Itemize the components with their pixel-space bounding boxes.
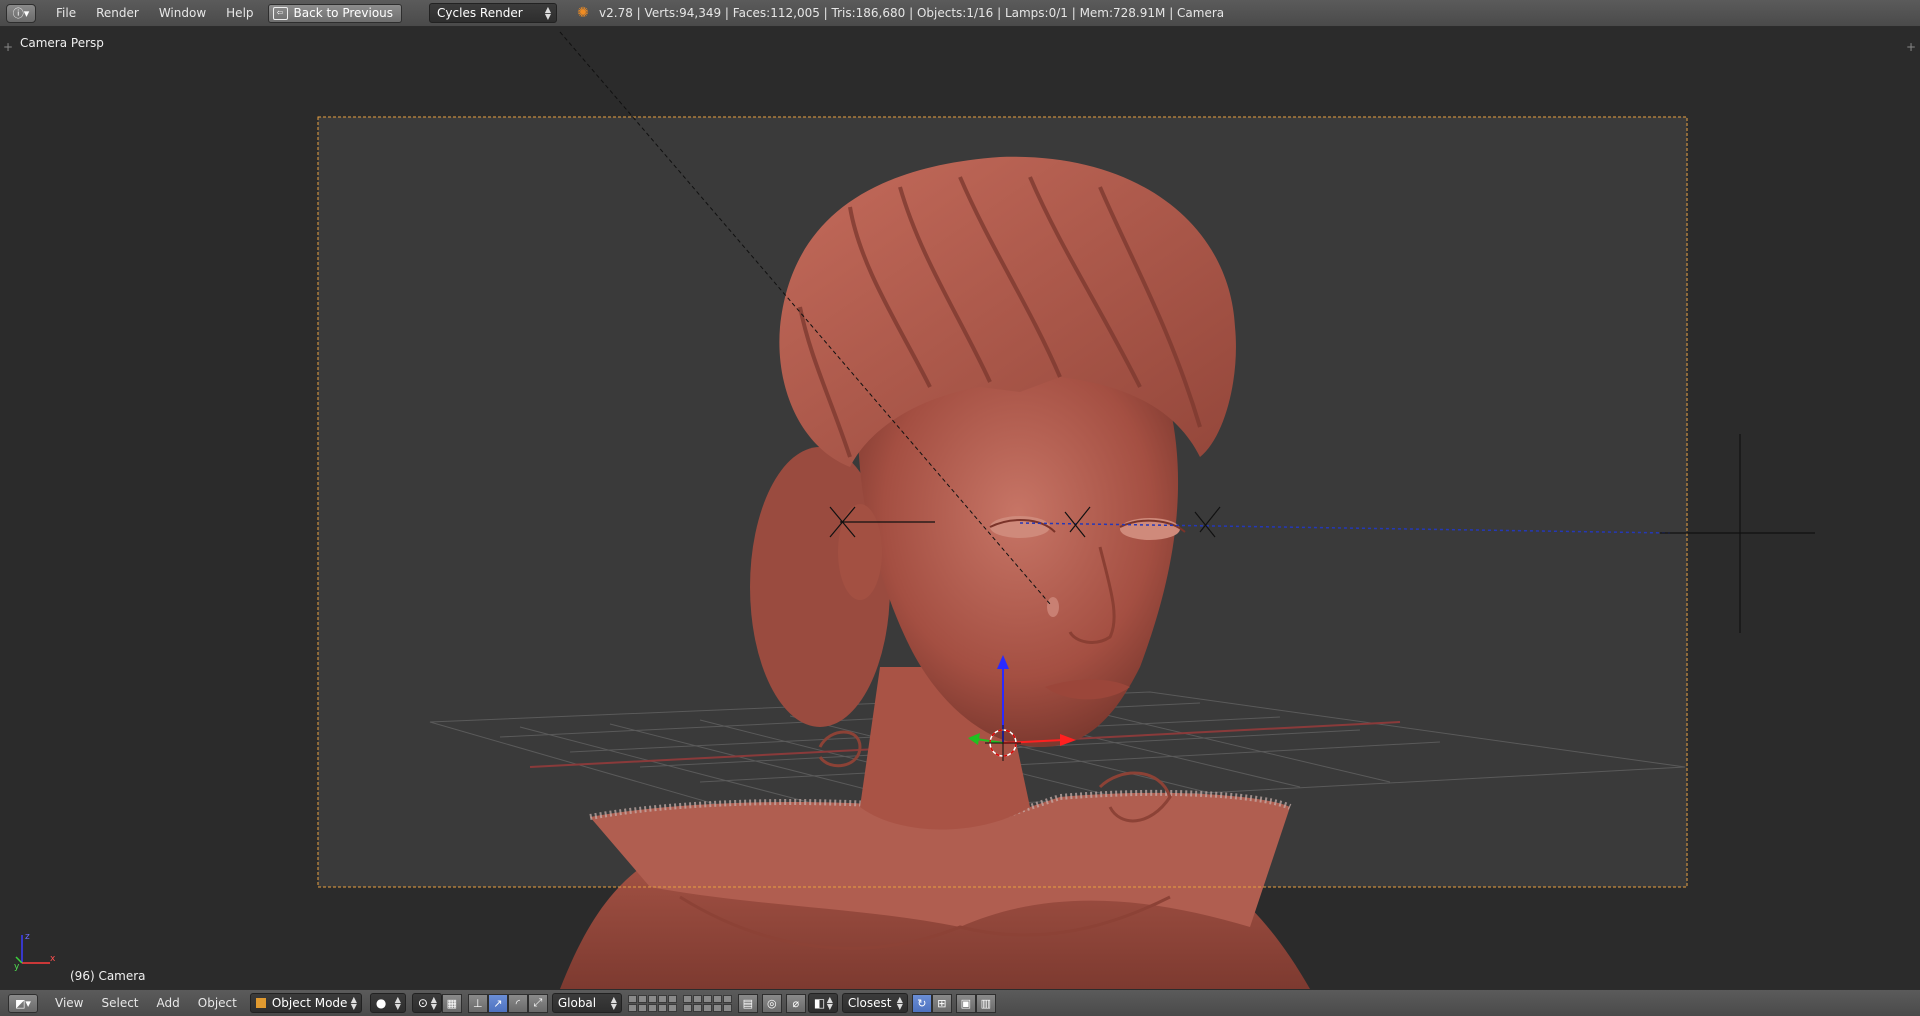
menu-object[interactable]: Object <box>189 996 246 1010</box>
snap-toggle-button[interactable]: ⌀ <box>785 993 806 1013</box>
menu-select[interactable]: Select <box>92 996 147 1010</box>
region-split-widget-left[interactable]: + <box>3 40 13 54</box>
svg-text:y: y <box>14 962 20 972</box>
lock-camera-layers-button[interactable]: ▤ <box>737 993 758 1013</box>
snap-element-icon: ◧ <box>813 996 826 1010</box>
opengl-render-image-button[interactable]: ▣ <box>955 993 976 1013</box>
back-to-previous-label: Back to Previous <box>293 6 394 20</box>
3d-viewport[interactable]: x y z Camera Persp (96) Camera + + <box>0 27 1920 989</box>
view3d-editor-icon: ◩▾ <box>15 996 31 1010</box>
snap-align-rotation-button[interactable]: ↻ <box>911 993 932 1013</box>
snap-project-icon: ⊞ <box>937 996 947 1010</box>
object-mode-icon <box>255 998 266 1008</box>
back-to-previous-button[interactable]: ⇦ Back to Previous <box>267 3 403 23</box>
translate-manipulator-button[interactable]: ↗ <box>487 993 508 1013</box>
active-object-label: (96) Camera <box>70 969 146 983</box>
menu-add[interactable]: Add <box>148 996 189 1010</box>
editor-type-info-button[interactable]: ⓘ▾ <box>6 3 36 23</box>
manipulator-center-toggle[interactable]: ▦ <box>441 993 462 1013</box>
translate-arrow-icon: ↗ <box>493 996 503 1010</box>
menu-view[interactable]: View <box>46 996 92 1010</box>
pivot-median-icon: ⊙ <box>417 996 428 1010</box>
blender-logo-icon: ✺ <box>577 5 589 21</box>
menu-file[interactable]: File <box>46 0 86 27</box>
layer-group-2[interactable] <box>682 994 732 1012</box>
render-engine-select[interactable]: Cycles Render ▲ ▼ <box>429 3 558 23</box>
svg-text:x: x <box>50 954 56 964</box>
info-icon: ⓘ▾ <box>12 7 30 20</box>
region-split-widget-right[interactable]: + <box>1906 40 1916 54</box>
menu-window[interactable]: Window <box>149 0 216 27</box>
layer-group-1[interactable] <box>627 994 677 1012</box>
scene-layers[interactable] <box>627 994 738 1012</box>
scale-icon: ⤢ <box>533 996 543 1009</box>
dropdown-arrows-icon: ▲ ▼ <box>430 995 437 1011</box>
editor-type-3d-button[interactable]: ◩▾ <box>8 993 38 1013</box>
snap-element-select[interactable]: ◧ ▲ ▼ <box>807 993 838 1013</box>
viewport-scene: x y z <box>14 31 1815 989</box>
dropdown-arrows-icon: ▲ ▼ <box>896 995 903 1011</box>
render-still-camera-icon: ▣ <box>960 996 972 1010</box>
scene-stats: v2.78 | Verts:94,349 | Faces:112,005 | T… <box>599 6 1225 20</box>
rotate-manipulator-button[interactable]: ◜ <box>507 993 528 1013</box>
manipulator-center-icon: ▦ <box>446 996 458 1010</box>
dropdown-arrows-icon: ▲ ▼ <box>350 995 357 1011</box>
info-header: ⓘ▾ File Render Window Help ⇦ Back to Pre… <box>0 0 1920 27</box>
3d-view-header: ◩▾ View Select Add Object Object Mode ▲ ▼… <box>0 989 1920 1016</box>
model-tear <box>1047 597 1059 617</box>
snap-target-select[interactable]: Closest ▲ ▼ <box>841 993 908 1013</box>
viewport-shading-select[interactable]: ● ▲ ▼ <box>369 993 406 1013</box>
dropdown-arrows-icon: ▲ ▼ <box>394 995 401 1011</box>
snap-project-button[interactable]: ⊞ <box>931 993 952 1013</box>
model-ear <box>838 504 882 600</box>
interaction-mode-select[interactable]: Object Mode ▲ ▼ <box>249 993 362 1013</box>
view-name-label: Camera Persp <box>20 36 104 50</box>
transform-orientation-select[interactable]: Global ▲ ▼ <box>551 993 622 1013</box>
snap-rotation-icon: ↻ <box>917 996 927 1010</box>
interaction-mode-value: Object Mode <box>271 996 348 1010</box>
screen-back-icon: ⇦ <box>272 6 288 20</box>
manipulator-icon: ⊥ <box>473 996 483 1010</box>
render-engine-value: Cycles Render <box>437 6 523 20</box>
transform-orientation-value: Global <box>557 996 597 1010</box>
scale-manipulator-button[interactable]: ⤢ <box>527 993 548 1013</box>
dropdown-arrows-icon: ▲ ▼ <box>610 995 617 1011</box>
pivot-point-select[interactable]: ⊙ ▲ ▼ <box>411 993 442 1013</box>
menu-render[interactable]: Render <box>86 0 149 27</box>
svg-text:z: z <box>25 932 30 942</box>
proportional-edit-button[interactable]: ◎ <box>761 993 782 1013</box>
snap-target-value: Closest <box>847 996 892 1010</box>
menu-help[interactable]: Help <box>216 0 263 27</box>
render-animation-icon: ▥ <box>980 996 992 1010</box>
dropdown-arrows-icon: ▲ ▼ <box>826 995 833 1011</box>
opengl-render-animation-button[interactable]: ▥ <box>975 993 996 1013</box>
dropdown-arrows-icon: ▲ ▼ <box>544 5 552 21</box>
proportional-edit-icon: ◎ <box>767 996 777 1010</box>
manipulator-toggle[interactable]: ⊥ <box>467 993 488 1013</box>
snap-magnet-icon: ⌀ <box>792 996 800 1010</box>
orientation-axis-widget: x y z <box>14 932 56 972</box>
solid-shading-icon: ● <box>375 996 387 1010</box>
layers-icon: ▤ <box>742 996 754 1010</box>
rotate-arc-icon: ◜ <box>515 996 520 1010</box>
